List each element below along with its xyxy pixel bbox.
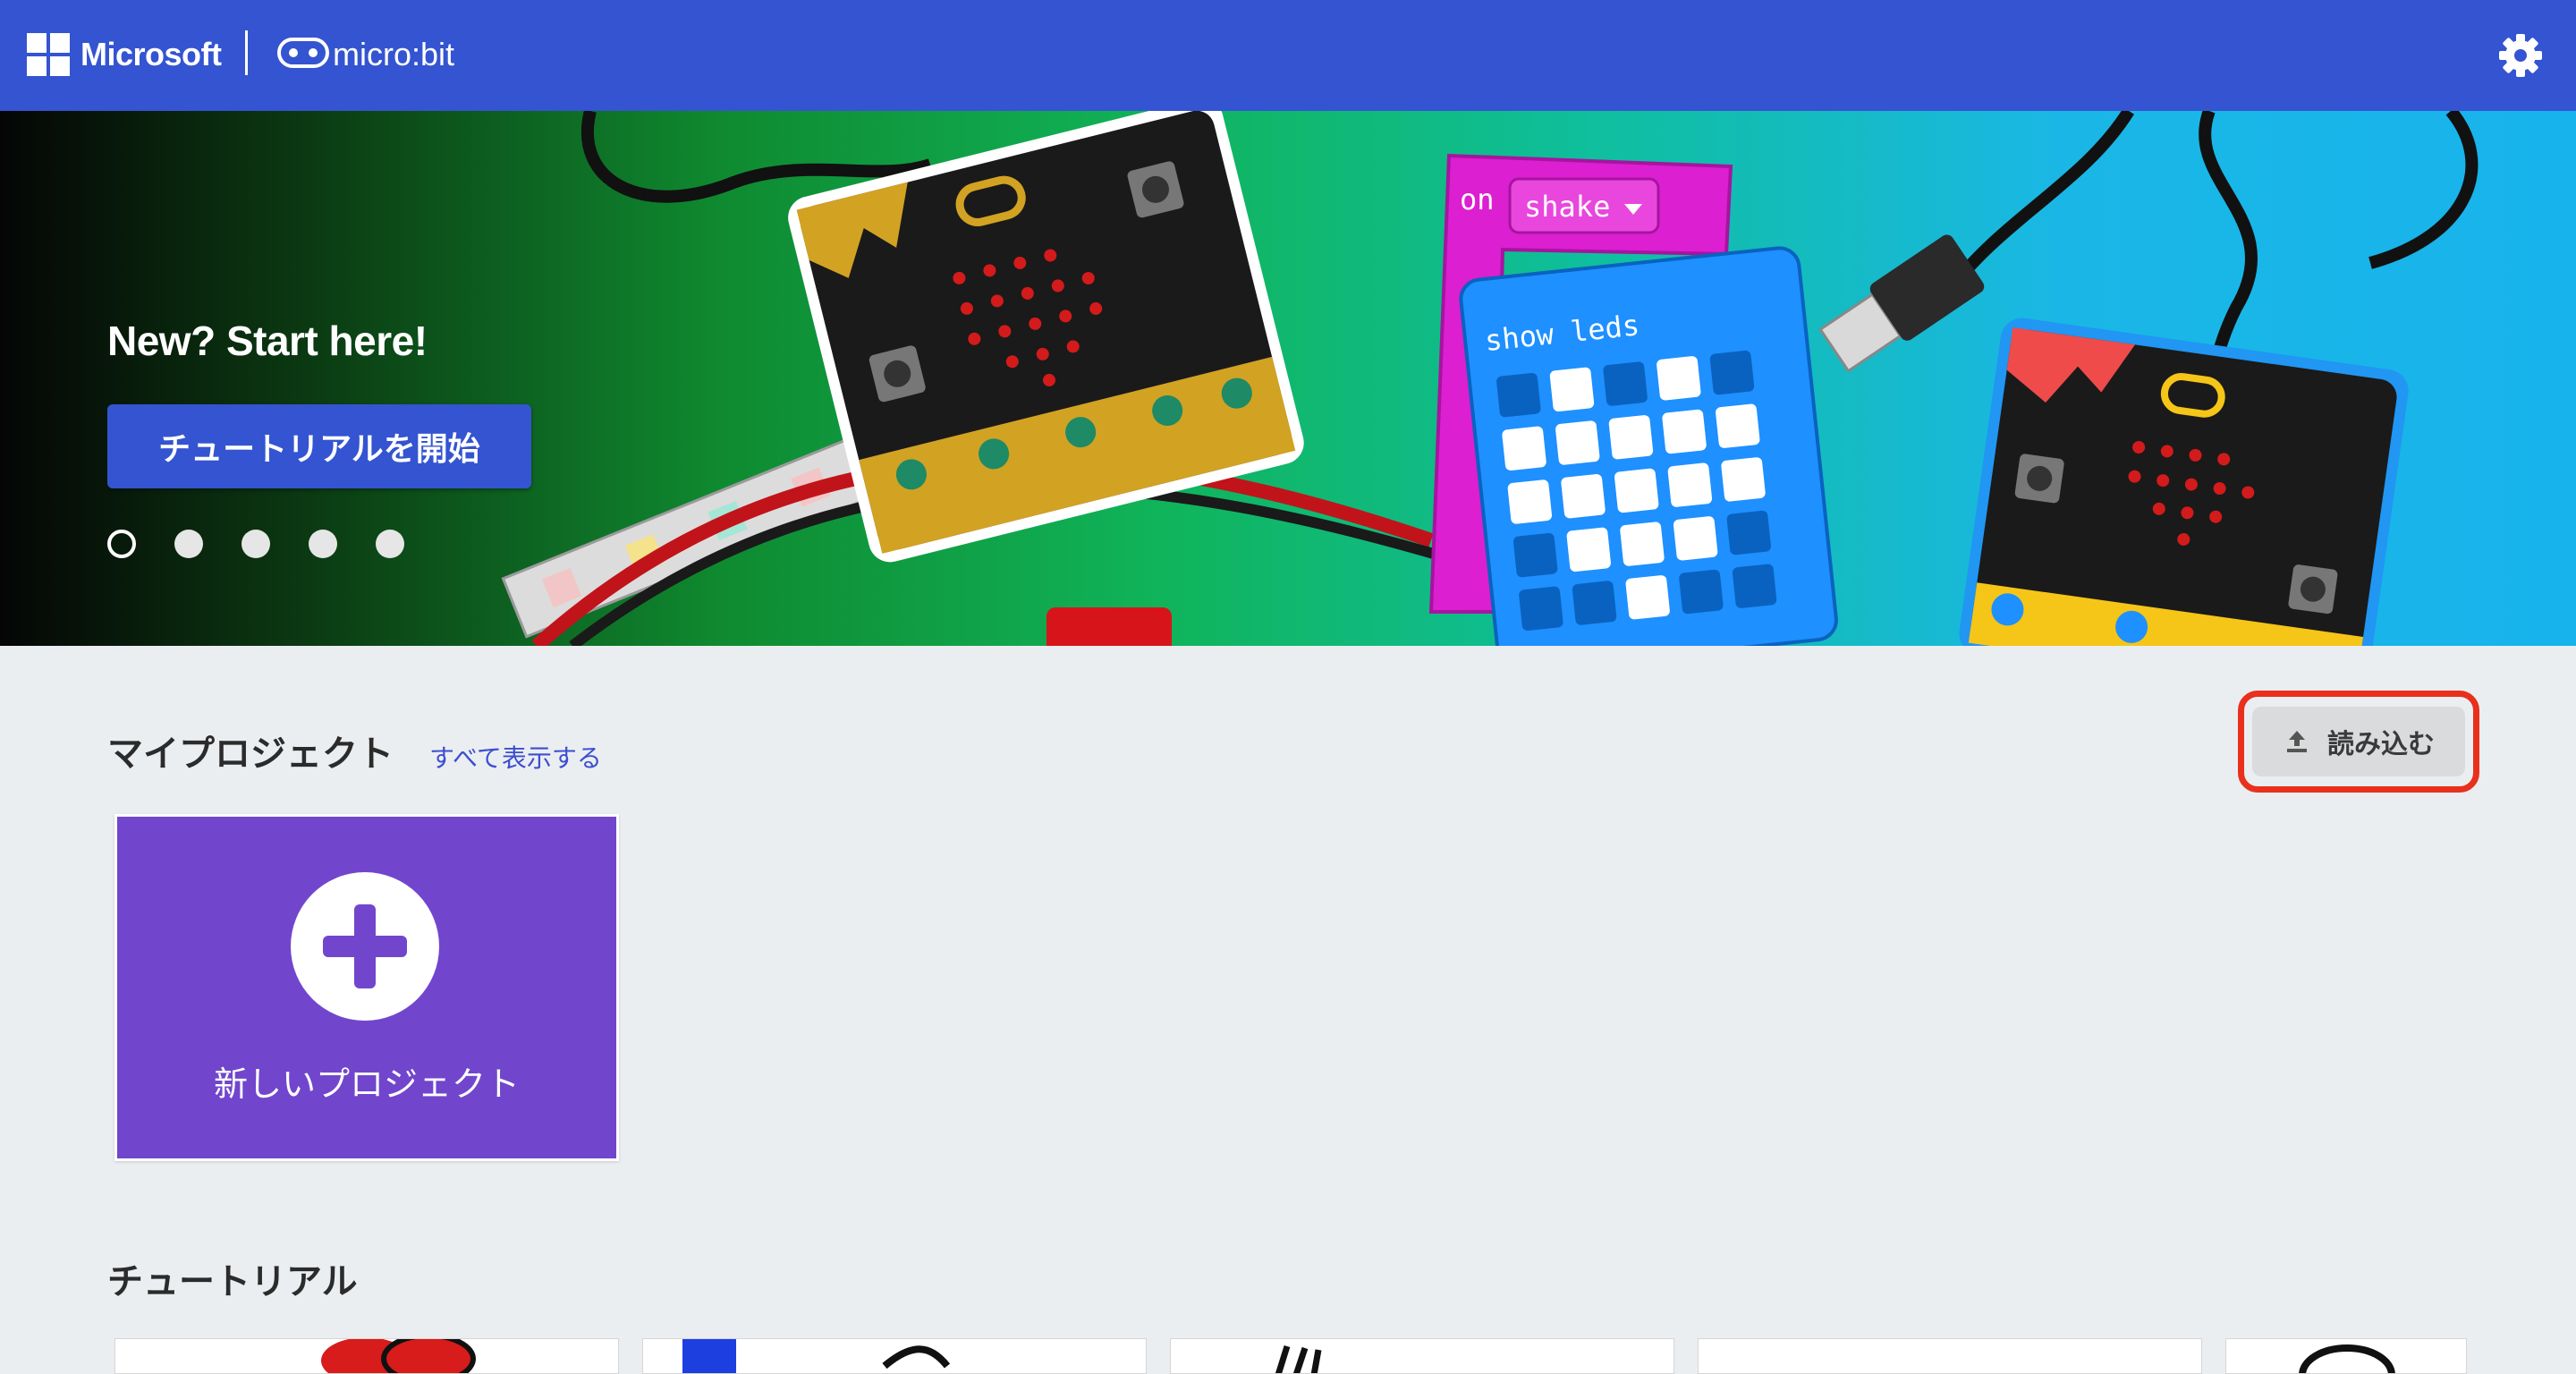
hero-illustration: on shake show leds xyxy=(501,111,2479,646)
tutorial-thumbnail-2 xyxy=(682,1339,951,1373)
header-divider xyxy=(245,30,248,75)
hero-banner: on shake show leds New? Start here! チュート… xyxy=(0,111,2576,646)
block-event-text: on xyxy=(1460,182,1495,216)
carousel-dot-4[interactable] xyxy=(309,530,337,558)
tutorial-card-1[interactable] xyxy=(114,1338,619,1374)
microbit-brand[interactable]: micro:bit xyxy=(333,32,454,77)
upload-icon xyxy=(2287,731,2307,752)
top-bar: Microsoft micro:bit xyxy=(0,0,2576,111)
tutorial-thumbnail-3 xyxy=(1275,1344,1322,1373)
microsoft-brand[interactable]: Microsoft xyxy=(80,32,222,77)
carousel-dots xyxy=(107,530,404,558)
import-button-label: 読み込む xyxy=(2327,729,2435,760)
microbit-logo-icon[interactable] xyxy=(277,38,329,68)
plus-icon xyxy=(291,872,439,1021)
gear-icon[interactable] xyxy=(2496,30,2546,81)
tutorial-thumbnail-5 xyxy=(2299,1344,2395,1373)
tutorials-title: チュートリアル xyxy=(107,1261,358,1302)
my-projects-title: マイプロジェクト xyxy=(107,734,394,775)
carousel-dot-2[interactable] xyxy=(174,530,203,558)
tutorial-card-5[interactable] xyxy=(2225,1338,2467,1374)
tutorial-card-3[interactable] xyxy=(1170,1338,1674,1374)
tutorial-thumbnail-1 xyxy=(321,1339,476,1373)
microsoft-logo-icon[interactable] xyxy=(27,33,70,76)
block-event-value-text: shake xyxy=(1524,190,1610,224)
carousel-dot-5[interactable] xyxy=(376,530,404,558)
carousel-dot-1[interactable] xyxy=(107,530,136,558)
start-tutorial-button[interactable]: チュートリアルを開始 xyxy=(107,404,531,488)
see-all-link[interactable]: すべて表示する xyxy=(429,739,602,775)
carousel-dot-3[interactable] xyxy=(242,530,270,558)
import-button[interactable]: 読み込む xyxy=(2252,707,2465,776)
tutorial-card-4[interactable] xyxy=(1698,1338,2202,1374)
hero-heading: New? Start here! xyxy=(107,318,428,364)
tutorial-card-2[interactable] xyxy=(642,1338,1147,1374)
new-project-card[interactable]: 新しいプロジェクト xyxy=(114,814,619,1161)
new-project-label: 新しいプロジェクト xyxy=(213,1064,520,1104)
